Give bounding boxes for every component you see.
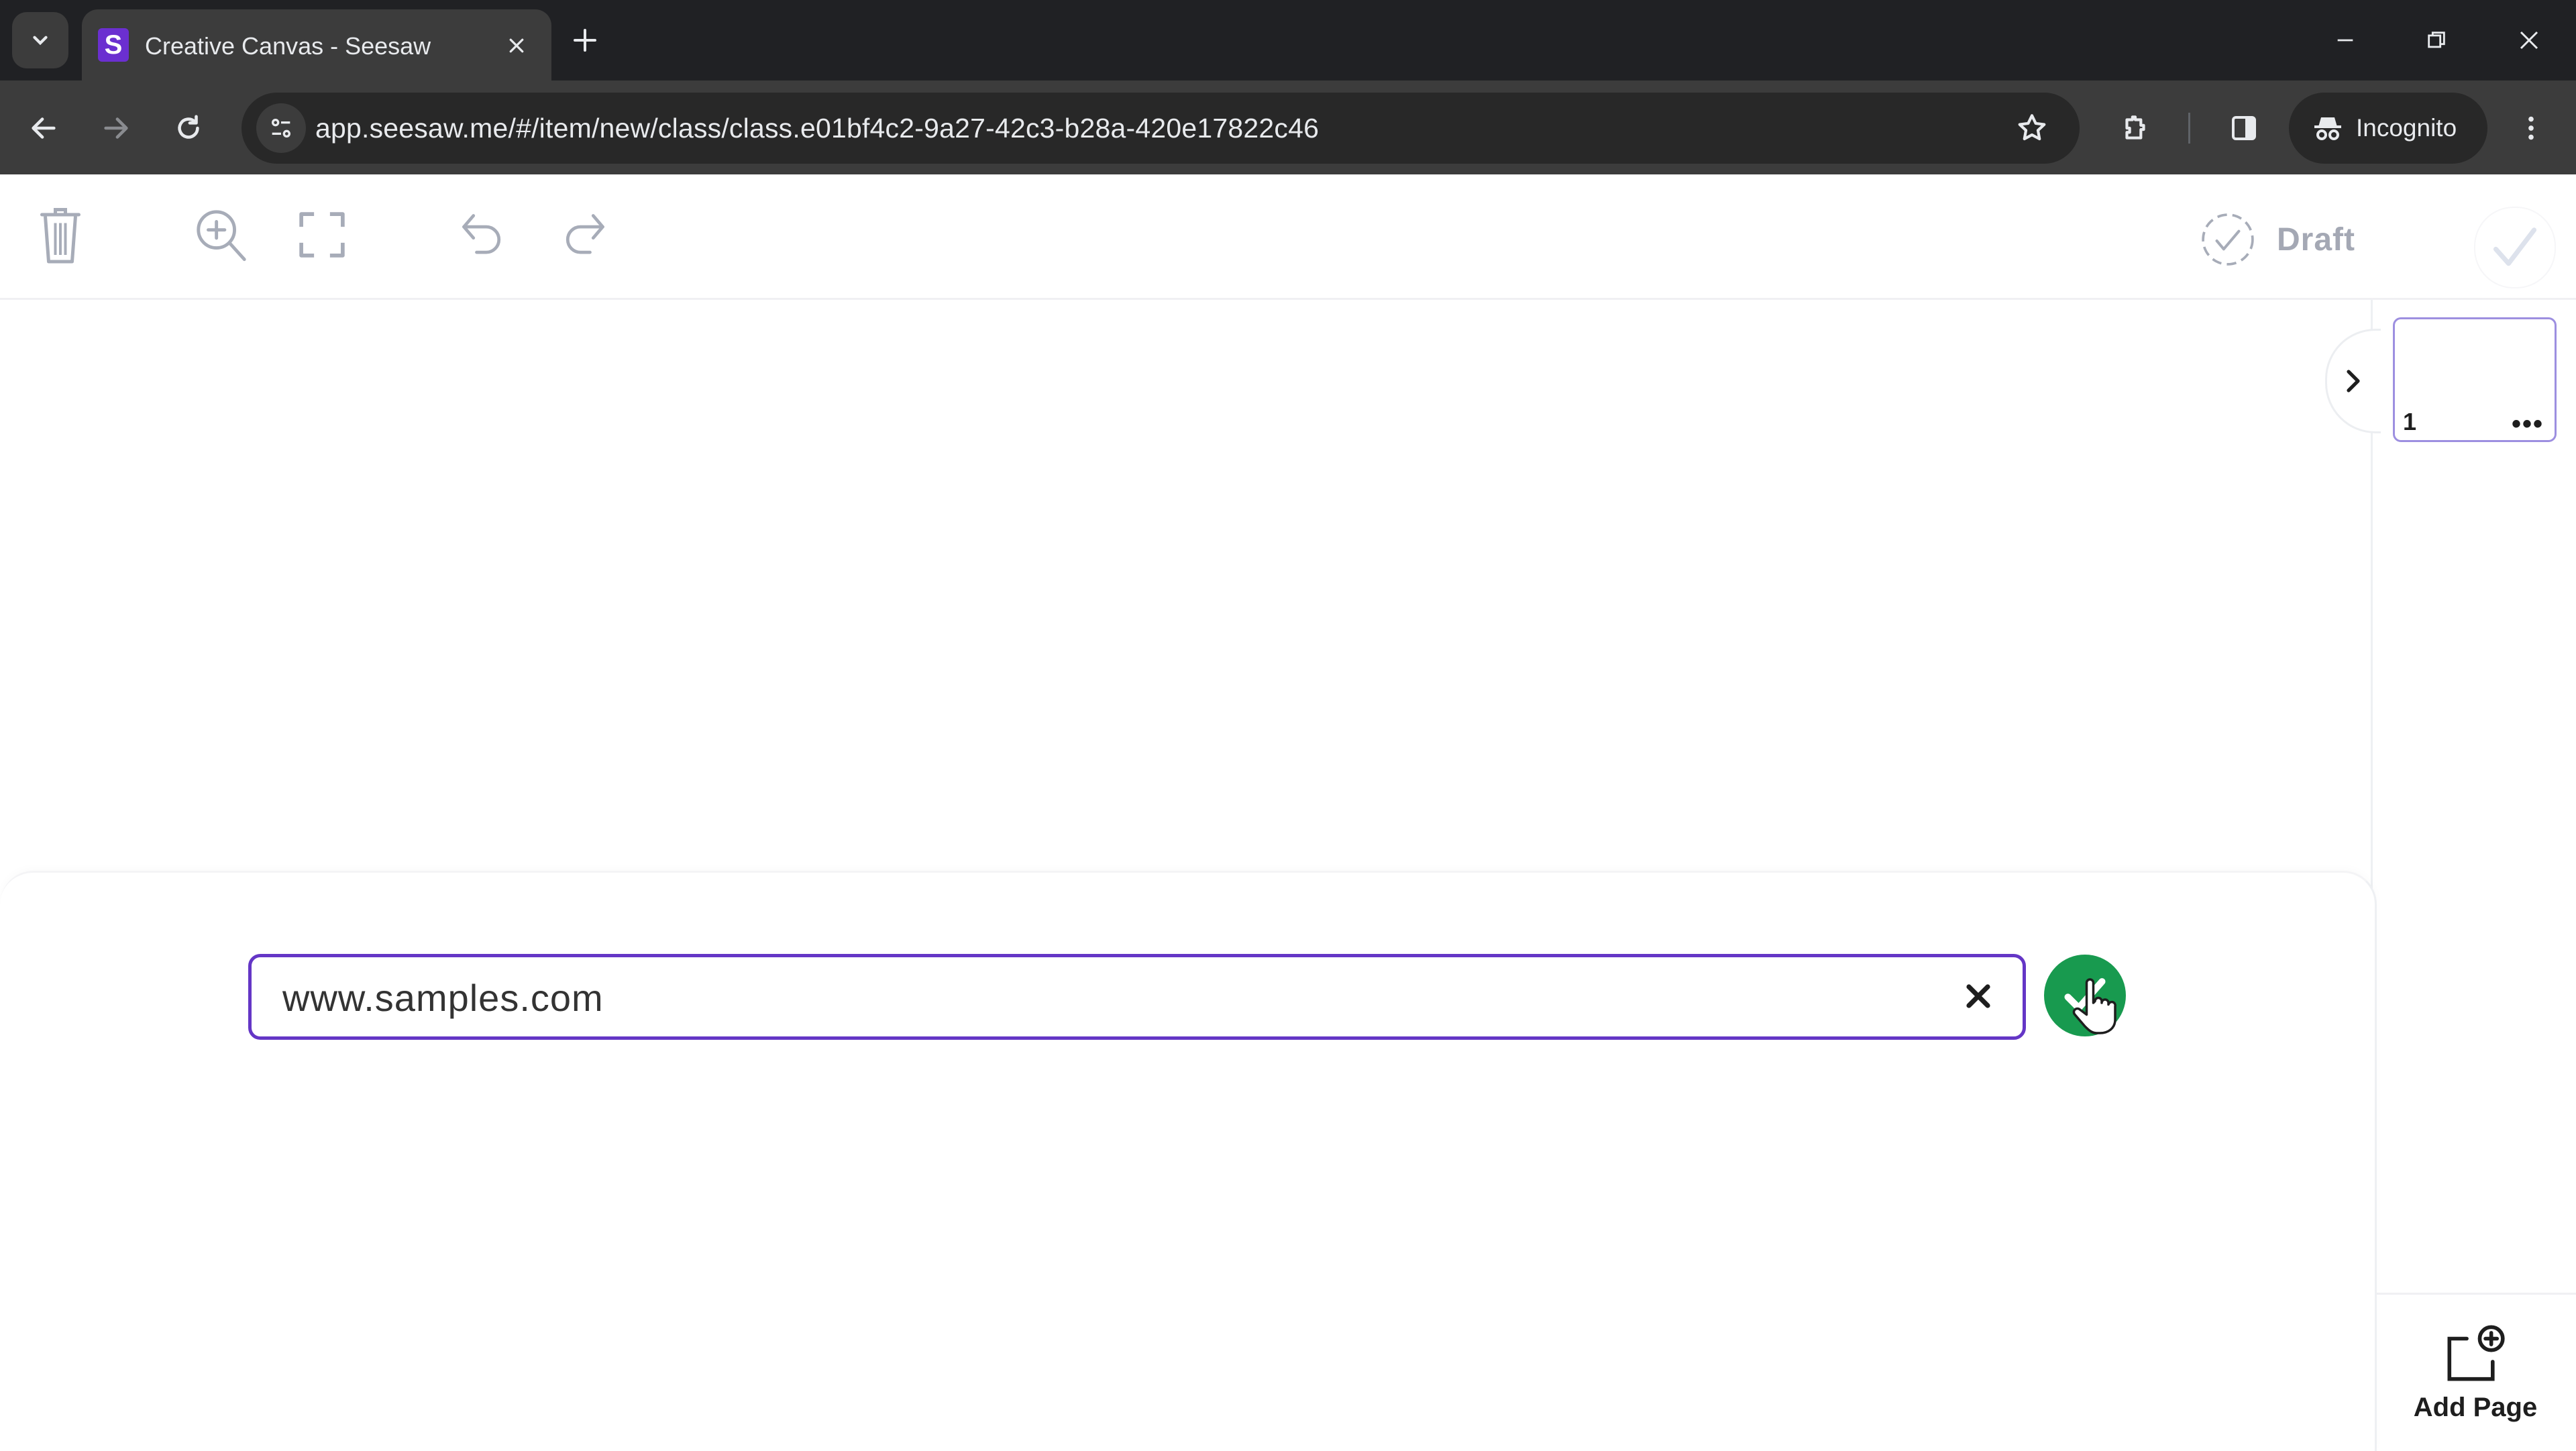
zoom-in-icon (197, 210, 246, 262)
redo-icon (566, 214, 604, 254)
minimize-icon (2337, 39, 2353, 42)
back-button[interactable] (20, 105, 67, 152)
reload-button[interactable] (165, 105, 212, 152)
toolbar-divider (2188, 113, 2190, 144)
side-panel-icon (2232, 116, 2256, 140)
plus-icon (574, 29, 596, 52)
add-page-icon (2447, 1325, 2505, 1381)
new-tab-button[interactable] (565, 20, 605, 60)
chevron-down-icon (33, 36, 48, 46)
restore-button[interactable] (2403, 13, 2470, 67)
close-icon (509, 38, 524, 53)
checkmark-icon (2493, 227, 2537, 266)
close-icon (1966, 984, 1990, 1008)
link-url-value[interactable]: www.samples.com (282, 976, 604, 1020)
fullscreen-button[interactable] (288, 201, 356, 268)
undo-button[interactable] (449, 201, 517, 268)
incognito-label: Incognito (2356, 114, 2457, 142)
canvas-toolbar: Draft (0, 174, 2576, 300)
side-panel-button[interactable] (2220, 105, 2267, 152)
site-info-button[interactable] (256, 103, 306, 153)
minimize-button[interactable] (2312, 13, 2379, 67)
forward-icon (104, 117, 128, 139)
window-close-button[interactable] (2496, 13, 2563, 67)
draft-label: Draft (2277, 221, 2356, 258)
kebab-menu-icon (2528, 116, 2534, 140)
link-url-input[interactable]: www.samples.com (248, 954, 2026, 1040)
post-button[interactable] (2474, 207, 2556, 288)
page-thumbnail[interactable]: 1 ••• (2393, 317, 2557, 442)
fullscreen-icon (299, 212, 345, 258)
page-options-button[interactable]: ••• (2512, 411, 2544, 437)
browser-tab[interactable]: S Creative Canvas - Seesaw (82, 9, 551, 80)
chevron-right-icon (2347, 370, 2360, 392)
incognito-icon (2314, 117, 2341, 140)
tab-close-button[interactable] (498, 27, 535, 64)
draft-status[interactable]: Draft (2200, 209, 2355, 270)
restore-icon (2428, 32, 2445, 48)
redo-button[interactable] (550, 201, 617, 268)
bookmark-star-icon (2018, 114, 2046, 141)
address-bar[interactable]: app.seesaw.me/#/item/new/class/class.e01… (241, 93, 2080, 164)
trash-icon (40, 208, 80, 264)
seesaw-favicon-icon: S (98, 28, 129, 62)
add-page-button[interactable]: Add Page (2375, 1293, 2576, 1451)
reload-icon (178, 115, 199, 139)
url-text[interactable]: app.seesaw.me/#/item/new/class/class.e01… (315, 113, 1319, 144)
window-close-icon (2520, 31, 2538, 50)
forward-button[interactable] (93, 105, 140, 152)
site-info-icon (271, 118, 291, 138)
clear-input-button[interactable] (1954, 972, 2002, 1020)
browser-tab-bar: S Creative Canvas - Seesaw (0, 0, 2576, 80)
page-number: 1 (2403, 408, 2417, 435)
dashed-check-circle-icon (2202, 213, 2254, 266)
browser-toolbar: app.seesaw.me/#/item/new/class/class.e01… (0, 80, 2576, 174)
hand-pointer-cursor-icon (2072, 978, 2116, 1034)
extensions-icon (2125, 115, 2145, 140)
tab-title: Creative Canvas - Seesaw (145, 32, 431, 60)
tab-search-button[interactable] (12, 12, 68, 68)
bookmark-button[interactable] (2011, 107, 2053, 149)
delete-button[interactable] (27, 201, 94, 268)
browser-menu-button[interactable] (2508, 105, 2555, 152)
extensions-button[interactable] (2112, 105, 2159, 152)
undo-icon (462, 214, 501, 254)
back-icon (32, 117, 56, 139)
incognito-badge[interactable]: Incognito (2289, 93, 2487, 164)
add-page-label: Add Page (2413, 1393, 2538, 1422)
pages-sidebar (2371, 300, 2576, 1449)
zoom-in-button[interactable] (188, 201, 255, 268)
